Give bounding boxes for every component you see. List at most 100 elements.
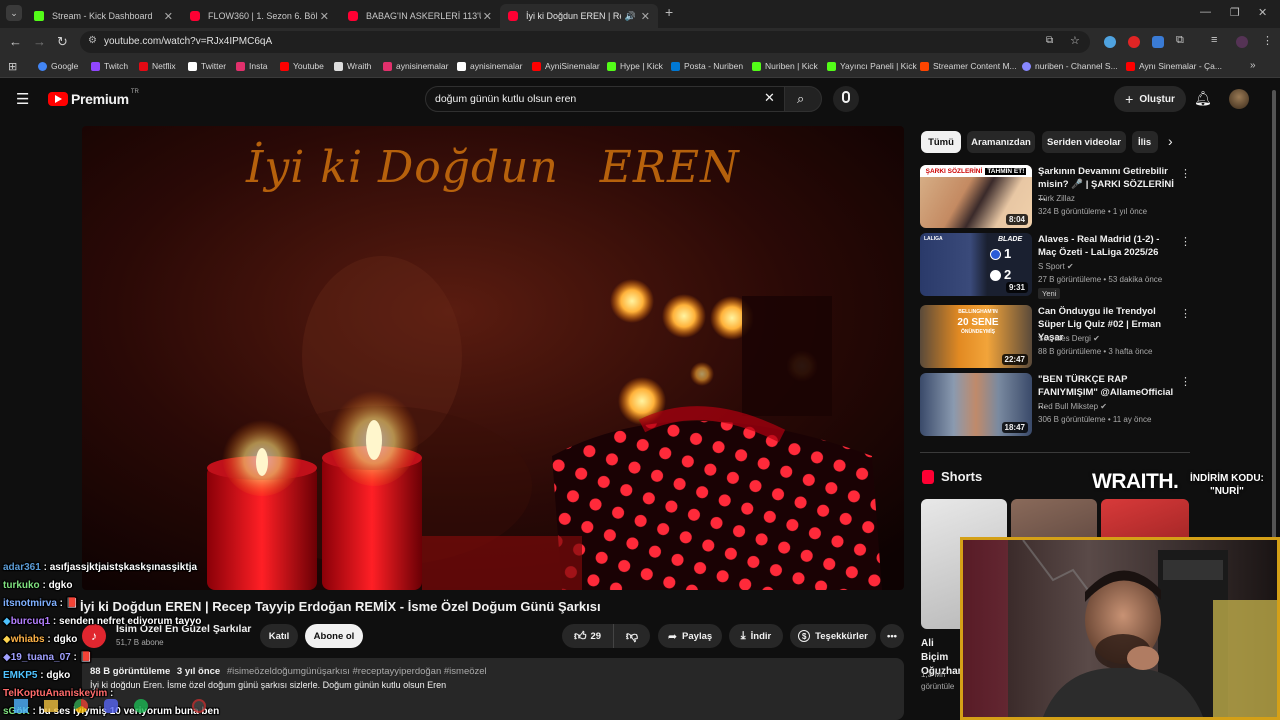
tab-current-video[interactable]: İyi ki Doğdun EREN | Recep 🔊 ✕: [500, 4, 658, 28]
bookmarks-overflow-icon[interactable]: »: [1250, 60, 1256, 71]
chip-all[interactable]: Tümü: [921, 131, 961, 153]
bookmark-item[interactable]: Twitch: [91, 61, 128, 71]
create-button[interactable]: + Oluştur: [1114, 86, 1186, 112]
youtube-header: ☰ Premium TR doğum günün kutlu olsun ere…: [0, 78, 1280, 122]
more-options-icon[interactable]: ⋮: [1180, 307, 1191, 320]
video-player[interactable]: İyi ki Doğdun EREN: [82, 126, 904, 590]
menu-dots-icon[interactable]: ⋮: [1262, 34, 1273, 47]
bookmark-item[interactable]: Google: [38, 61, 78, 71]
file-explorer-icon[interactable]: [44, 700, 58, 712]
notifications-bell-icon[interactable]: 🔔︎: [1194, 90, 1212, 107]
clear-search-icon[interactable]: ✕: [764, 90, 775, 106]
chevron-right-icon[interactable]: ›: [1168, 133, 1173, 149]
close-window-button[interactable]: ✕: [1258, 6, 1267, 19]
close-tab-icon[interactable]: ✕: [164, 10, 173, 23]
streamer-content-icon: [920, 61, 929, 71]
tab-kick-dashboard[interactable]: Stream - Kick Dashboard ✕: [26, 4, 181, 28]
recommended-video[interactable]: BELLINGHAM'IN 20 SENE ÖNÜNDEYMİŞ 22:47 C…: [920, 305, 1191, 369]
maximize-button[interactable]: ❐: [1230, 6, 1240, 19]
extension-icon[interactable]: [1152, 36, 1164, 48]
new-tab-button[interactable]: +: [665, 4, 673, 20]
recommended-video[interactable]: ŞARKI SÖZLERİNİ TAHMİN ET! 8:04 Şarkının…: [920, 165, 1191, 229]
bookmark-item[interactable]: AyniSinemalar: [532, 61, 600, 71]
bookmark-item[interactable]: Twitter: [188, 61, 226, 71]
close-tab-icon[interactable]: ✕: [320, 10, 329, 23]
recommended-video[interactable]: LALIGA BLADE 1 2 9:31 Alaves - Real Madr…: [920, 233, 1191, 299]
recommended-video-channel: Red Bull Mikstep ✔: [1038, 402, 1107, 411]
recommended-video[interactable]: 18:47 "BEN TÜRKÇE RAP FANIYMIŞIM" @Allam…: [920, 373, 1191, 437]
thumbnail-caption: ŞARKI SÖZLERİNİ TAHMİN ET!: [920, 165, 1032, 177]
windows-start-icon[interactable]: [14, 699, 28, 713]
youtube-logo[interactable]: Premium TR: [48, 89, 139, 107]
reload-icon[interactable]: ↻: [57, 34, 68, 50]
extensions-puzzle-icon[interactable]: ⧉: [1176, 34, 1184, 47]
forward-icon[interactable]: →: [33, 34, 46, 49]
site-info-icon[interactable]: ⚙: [88, 35, 97, 46]
bookmark-item[interactable]: Insta: [236, 61, 267, 71]
bookmark-item[interactable]: aynisinemalar: [383, 61, 448, 71]
back-icon[interactable]: ←: [9, 34, 22, 49]
install-icon[interactable]: ⧉: [1046, 35, 1053, 46]
chat-message: ◆whiabs : dgko: [3, 634, 78, 645]
bookmark-item[interactable]: nuriben - Channel S...: [1022, 61, 1118, 71]
bookmark-item[interactable]: Aynı Sinemalar - Ça...: [1126, 61, 1222, 71]
bookmark-item[interactable]: Youtube: [280, 61, 324, 71]
share-button[interactable]: ➦ Paylaş: [658, 624, 722, 648]
like-button[interactable]: 👍︎ 29: [562, 624, 614, 648]
thumbnail-caption: BELLINGHAM'IN 20 SENE ÖNÜNDEYMİŞ: [957, 309, 999, 335]
thanks-button[interactable]: $ Teşekkürler: [790, 624, 876, 648]
bookmark-item[interactable]: Yayıncı Paneli | Kick: [827, 61, 917, 71]
kick-icon: [827, 61, 836, 71]
kick-icon: [752, 61, 761, 71]
chrome-icon[interactable]: [74, 699, 88, 713]
close-tab-icon[interactable]: ✕: [483, 10, 492, 23]
bookmark-item[interactable]: Streamer Content M...: [920, 61, 1017, 71]
download-button[interactable]: ⤓ İndir: [729, 624, 783, 648]
bookmark-item[interactable]: aynisinemalar: [457, 61, 522, 71]
shorts-header: Shorts: [922, 469, 982, 484]
minimize-button[interactable]: —: [1200, 6, 1211, 18]
more-options-icon[interactable]: ⋮: [1180, 375, 1191, 388]
chip-from-search[interactable]: Aramanızdan: [967, 131, 1035, 153]
bookmark-item[interactable]: Posta - Nuriben: [671, 61, 743, 71]
bookmark-star-icon[interactable]: ☆: [1070, 34, 1080, 47]
chip-series[interactable]: Seriden videolar: [1042, 131, 1126, 153]
apps-grid-icon[interactable]: ⊞: [8, 60, 17, 73]
discord-icon[interactable]: [104, 699, 118, 713]
bookmark-item[interactable]: Netflix: [139, 61, 176, 71]
youtube-icon: [280, 61, 289, 71]
subscribe-button[interactable]: Abone ol: [305, 624, 363, 648]
team-badge-icon: [990, 249, 1001, 260]
microphone-icon: [842, 91, 850, 103]
youtube-play-logo-icon: [48, 92, 68, 106]
more-options-icon[interactable]: ⋮: [1180, 235, 1191, 248]
extension-icon[interactable]: [1128, 36, 1140, 48]
recommended-video-title: Alaves - Real Madrid (1-2) - Maç Özeti -…: [1038, 234, 1160, 258]
tab-flow360[interactable]: FLOW360 | 1. Sezon 6. Bölüm | ✕: [182, 4, 337, 28]
recommended-video-channel: S Sport ✔: [1038, 262, 1074, 271]
app-icon[interactable]: [192, 699, 206, 713]
bookmark-item[interactable]: Nuriben | Kick: [752, 61, 818, 71]
more-actions-button[interactable]: •••: [880, 624, 904, 648]
media-controls-icon[interactable]: ≡: [1211, 34, 1217, 46]
address-input[interactable]: ⚙ youtube.com/watch?v=RJx4IPMC6qA ⧉ ☆: [80, 31, 1090, 53]
extension-icon[interactable]: [1104, 36, 1116, 48]
search-input[interactable]: doğum günün kutlu olsun eren ✕: [425, 86, 785, 112]
more-options-icon[interactable]: ⋮: [1180, 167, 1191, 180]
profile-icon[interactable]: [1236, 36, 1248, 48]
instagram-icon: [383, 61, 392, 71]
tab-search-icon[interactable]: ⌄: [6, 5, 22, 21]
voice-search-button[interactable]: [833, 86, 859, 112]
search-icon: ⌕: [797, 91, 805, 106]
bookmark-item[interactable]: Hype | Kick: [607, 61, 663, 71]
tab-babag[interactable]: BABAG'IN ASKERLERİ 113'ÜN F ✕: [340, 4, 500, 28]
dislike-button[interactable]: 👎︎: [618, 626, 646, 646]
bookmark-item[interactable]: Wraith: [334, 61, 371, 71]
search-button[interactable]: ⌕: [784, 86, 822, 112]
avatar[interactable]: [1229, 89, 1249, 109]
close-tab-icon[interactable]: ✕: [641, 10, 650, 23]
spotify-icon[interactable]: [134, 699, 148, 713]
speaker-icon[interactable]: 🔊: [625, 11, 636, 22]
hamburger-menu-icon[interactable]: ☰: [16, 90, 29, 108]
chip-related[interactable]: İlis: [1132, 131, 1158, 153]
